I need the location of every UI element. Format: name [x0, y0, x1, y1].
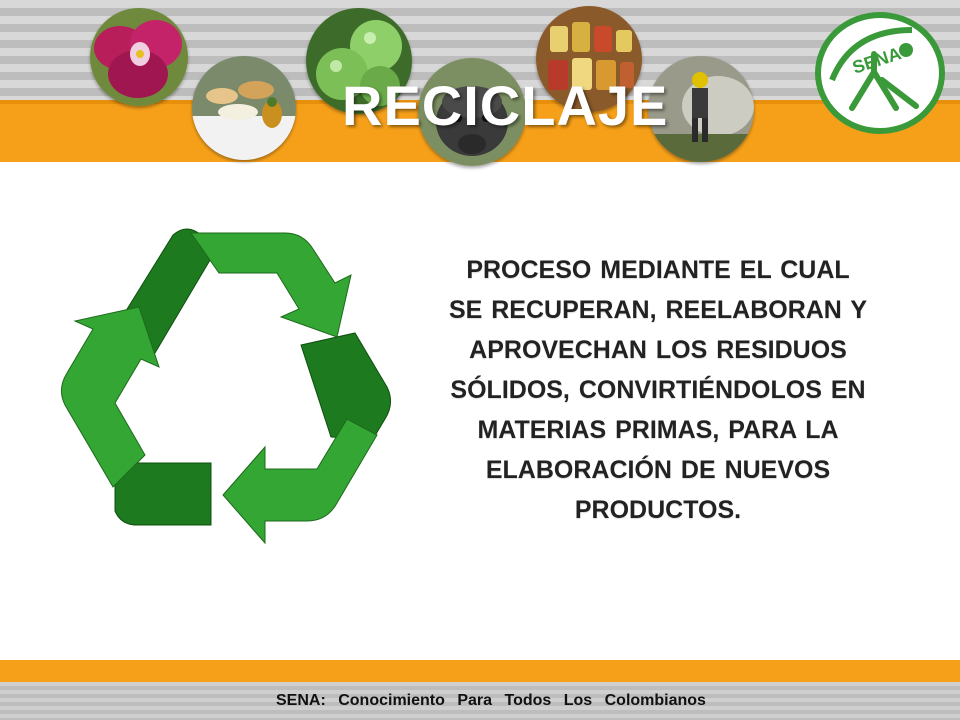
footer-text: SENA: Conocimiento Para Todos Los Colomb… [276, 692, 706, 709]
definition-text: PROCESO MEDIANTE EL CUAL SE RECUPERAN, R… [448, 256, 868, 524]
food-buffet-photo [192, 56, 296, 160]
footer-orange-band [0, 660, 960, 682]
slide-header: RECICLAJE SENA [0, 0, 960, 166]
sena-logo: SENA [812, 10, 948, 136]
slide-title: RECICLAJE [342, 74, 669, 137]
flower-photo [90, 8, 188, 106]
recycle-icon [55, 225, 395, 555]
